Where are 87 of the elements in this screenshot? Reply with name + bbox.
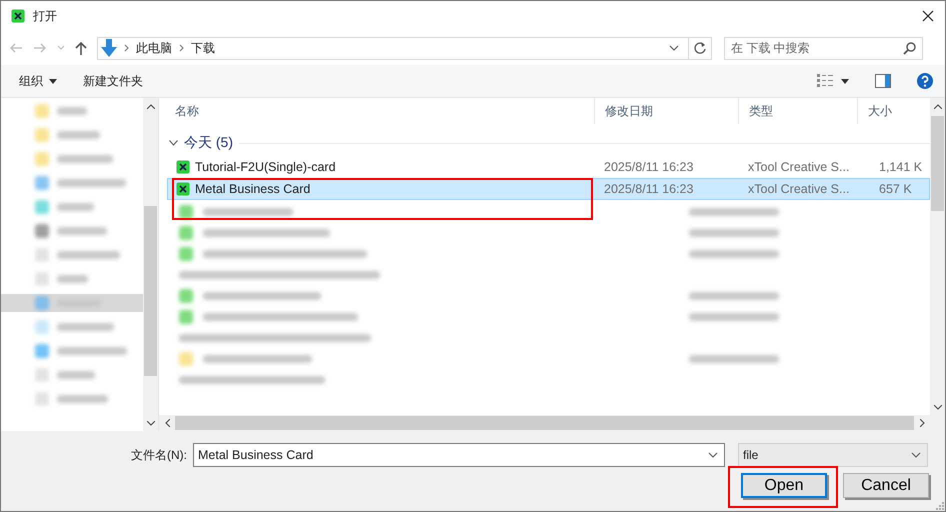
blurred-item	[35, 368, 49, 382]
blurred-item	[35, 320, 49, 334]
address-bar[interactable]: 此电脑 下载	[97, 36, 712, 60]
blurred-item	[35, 296, 49, 310]
blurred-item	[179, 288, 193, 302]
file-name: Metal Business Card	[195, 182, 310, 196]
table-cell-text: xTool Creative S...	[747, 160, 850, 174]
column-header[interactable]: 修改日期	[595, 98, 739, 124]
view-list-icon[interactable]	[817, 74, 833, 88]
caret-down-icon	[49, 78, 57, 84]
blurred-item	[35, 392, 49, 406]
window-title: 打开	[33, 8, 57, 24]
blurred-item	[35, 104, 49, 118]
blurred-item	[35, 272, 49, 286]
cancel-button[interactable]: Cancel	[843, 473, 929, 498]
filename-field[interactable]: Metal Business Card	[193, 443, 725, 467]
scrollbar[interactable]	[143, 98, 158, 431]
blurred-item	[57, 275, 88, 283]
blurred-item	[179, 246, 193, 260]
file-icon	[176, 182, 190, 196]
scroll-right-icon[interactable]	[920, 419, 924, 427]
close-icon[interactable]	[921, 9, 935, 23]
search-field[interactable]: 在 下载 中搜索	[724, 36, 923, 60]
blurred-item	[57, 251, 120, 259]
preview-pane-icon[interactable]	[875, 74, 891, 88]
blurred-item	[57, 131, 100, 139]
refresh-icon[interactable]	[693, 41, 707, 55]
blurred-item	[35, 224, 49, 238]
field-label: 文件名(N):	[131, 446, 188, 464]
scrollbar[interactable]	[159, 415, 945, 431]
blurred-item	[179, 204, 193, 218]
blurred-item	[57, 371, 95, 379]
resize-grip-icon	[936, 502, 944, 510]
file-icon	[176, 160, 190, 174]
file-row[interactable]: Tutorial-F2U(Single)-card 2025/8/11 16:23 xTool Creative S... 1,141 K	[167, 156, 930, 178]
scroll-down-icon[interactable]	[934, 404, 942, 410]
blurred-item	[57, 179, 126, 187]
blurred-item	[35, 200, 49, 214]
table-cell-text: 1,141 K	[878, 160, 924, 174]
chevron-right-icon	[124, 44, 129, 52]
chevron-right-icon	[179, 44, 184, 52]
table-cell-text: 2025/8/11 16:23	[603, 182, 694, 196]
blurred-item	[179, 352, 193, 366]
column-header[interactable]: 大小	[858, 98, 926, 124]
table-cell-text: 2025/8/11 16:23	[603, 160, 694, 174]
open-button[interactable]: Open	[741, 473, 827, 498]
help-icon[interactable]	[917, 73, 933, 89]
dropdown-chevron-icon[interactable]	[669, 45, 679, 51]
blurred-item	[35, 152, 49, 166]
blurred-item	[57, 227, 107, 235]
scroll-up-icon[interactable]	[146, 104, 154, 108]
scroll-down-icon[interactable]	[146, 420, 154, 426]
search-icon[interactable]	[903, 42, 916, 54]
file-name: Tutorial-F2U(Single)-card	[195, 160, 336, 174]
table-cell-text: xTool Creative S...	[747, 182, 850, 196]
file-type-dropdown[interactable]: file	[738, 443, 928, 467]
scroll-left-icon[interactable]	[164, 419, 170, 427]
chevron-down-icon	[708, 452, 718, 458]
blurred-item	[57, 155, 113, 163]
download-arrow-icon	[101, 39, 117, 57]
new-folder-button[interactable]: 新建文件夹	[83, 72, 143, 90]
organize-menu[interactable]: 组织	[19, 72, 57, 90]
blurred-item	[57, 107, 87, 115]
blurred-item	[35, 128, 49, 142]
chevron-down-icon[interactable]	[169, 140, 178, 146]
scroll-up-icon[interactable]	[934, 104, 942, 108]
blurred-item	[57, 323, 114, 331]
group-header[interactable]: 今天 (5)	[165, 132, 930, 154]
blurred-item	[35, 344, 49, 358]
blurred-item	[179, 310, 193, 324]
breadcrumb[interactable]: 此电脑	[136, 40, 172, 56]
caret-down-icon[interactable]	[841, 78, 849, 84]
chevron-down-icon	[911, 452, 921, 458]
scrollbar[interactable]	[930, 98, 945, 415]
blurred-item	[57, 395, 108, 403]
blurred-item	[57, 203, 94, 211]
column-header[interactable]: 名称	[165, 98, 595, 124]
blurred-item	[35, 176, 49, 190]
column-header[interactable]: 类型	[739, 98, 858, 124]
blurred-item	[179, 226, 193, 240]
table-cell-text: 657 K	[878, 182, 913, 196]
up-arrow-icon[interactable]	[75, 41, 87, 55]
app-icon	[11, 9, 25, 23]
breadcrumb[interactable]: 下载	[191, 40, 215, 56]
blurred-item	[57, 347, 127, 355]
blurred-item	[35, 248, 49, 262]
file-row[interactable]: Metal Business Card 2025/8/11 16:23 xTool Creative S... 657 K	[167, 178, 930, 200]
